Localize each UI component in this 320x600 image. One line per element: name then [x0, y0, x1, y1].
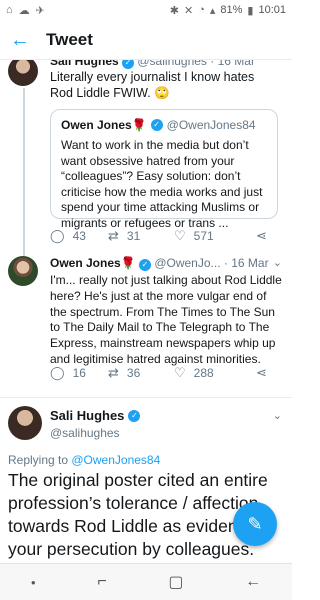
plane-status-icon: ✈	[35, 4, 45, 17]
status-bar: ⌂ ☁ ✈ ✱ ✕ ◔ ▴ 81% ▮ 10:01	[0, 0, 292, 20]
status-left-icons: ⌂ ☁ ✈	[6, 4, 45, 17]
tweet-header: Owen Jones🌹 ✓ @OwenJo... · 16 Mar	[50, 256, 269, 271]
chevron-down-icon[interactable]: ⌄	[273, 409, 282, 422]
status-right: ✱ ✕ ◔ ▴ 81% ▮ 10:01	[170, 4, 286, 17]
page-title: Tweet	[46, 29, 93, 49]
replying-to: Replying to @OwenJones84	[8, 453, 160, 467]
verified-badge-icon: ✓	[150, 119, 163, 131]
tweet-owen[interactable]: Owen Jones🌹 ✓ @OwenJo... · 16 Mar ⌄ I'm.…	[0, 243, 292, 390]
quoted-tweet[interactable]: Owen Jones🌹 ✓ @OwenJones84 Want to work …	[50, 109, 278, 230]
battery-level: 81%	[220, 4, 243, 16]
home-icon[interactable]: ▢	[168, 572, 183, 592]
tweet-header: Sali Hughes ✓ @salihughes · 16 Mar	[50, 60, 255, 69]
retweet-button[interactable]: ⇄ 31	[108, 228, 174, 244]
clock: 10:01	[258, 4, 286, 16]
share-icon: ⋖	[256, 228, 267, 243]
author-block: Sali Hughes ✓ @salihughes	[50, 408, 141, 440]
replying-to-prefix: Replying to	[8, 453, 72, 467]
compose-icon: ✎	[247, 513, 263, 534]
retweet-button[interactable]: ⇄ 36	[108, 365, 174, 381]
share-icon: ⋖	[256, 365, 267, 380]
divider	[0, 397, 292, 398]
verified-badge-icon: ✓	[122, 60, 135, 69]
home-status-icon: ⌂	[6, 4, 13, 16]
tweet-time: · 16 Mar	[223, 256, 269, 270]
retweet-count: 31	[126, 229, 141, 243]
wifi-icon: ◔	[198, 4, 205, 16]
verified-badge-icon: ✓	[128, 409, 141, 422]
tweet-text: Literally every journalist I know hates …	[50, 70, 255, 100]
share-button[interactable]: ⋖	[256, 365, 267, 381]
author-handle: @salihughes	[137, 60, 207, 68]
avatar[interactable]	[8, 406, 42, 440]
like-button[interactable]: ♡ 571	[174, 228, 256, 244]
thread-connector-line	[23, 88, 25, 243]
quote-author-name: Owen Jones🌹	[61, 118, 147, 132]
quote-author-handle: @OwenJones84	[166, 118, 256, 132]
quote-header: Owen Jones🌹 ✓ @OwenJones84	[61, 118, 267, 132]
tweet-actions: ◯ 16 ⇄ 36 ♡ 288 ⋖	[50, 365, 286, 381]
back-icon[interactable]: ←	[245, 573, 261, 591]
reply-count: 16	[72, 366, 86, 380]
tweet-time: · 16 Mar	[210, 60, 255, 68]
avatar[interactable]	[8, 256, 38, 286]
like-button[interactable]: ♡ 288	[174, 365, 256, 381]
reply-icon: ◯	[50, 228, 65, 243]
author-handle: @salihughes	[50, 426, 120, 440]
tweet-text: I'm... really not just talking about Rod…	[50, 273, 282, 366]
author-name-row: Sali Hughes ✓	[50, 408, 141, 423]
retweet-icon: ⇄	[108, 228, 119, 243]
replying-to-link[interactable]: @OwenJones84	[71, 453, 160, 467]
tweet-thread[interactable]: Sali Hughes ✓ @salihughes · 16 Mar Liter…	[0, 60, 292, 563]
author-name: Sali Hughes	[50, 408, 125, 423]
author-name: Sali Hughes	[50, 60, 119, 68]
mute-icon: ✕	[183, 4, 194, 17]
signal-icon: ▴	[209, 4, 216, 17]
retweet-icon: ⇄	[108, 365, 119, 380]
like-count: 288	[193, 366, 214, 380]
reply-button[interactable]: ◯ 16	[50, 365, 108, 381]
heart-icon: ♡	[174, 228, 186, 243]
compose-button[interactable]: ✎	[233, 502, 277, 546]
heart-icon: ♡	[174, 365, 186, 380]
avatar[interactable]	[8, 60, 38, 86]
reply-count: 43	[72, 229, 86, 243]
system-nav-bar: ● ⌐ ▢ ←	[0, 563, 292, 600]
quote-text: Want to work in the media but don’t want…	[61, 138, 263, 230]
arrow-left-icon[interactable]: ←	[0, 20, 40, 60]
verified-badge-icon: ✓	[138, 259, 151, 271]
tweet-sali-1[interactable]: Sali Hughes ✓ @salihughes · 16 Mar Liter…	[0, 60, 292, 243]
author-name: Owen Jones🌹	[50, 256, 136, 270]
reply-button[interactable]: ◯ 43	[50, 228, 108, 244]
dot-icon[interactable]: ●	[31, 578, 36, 587]
thread-connector-line	[23, 243, 25, 256]
bluetooth-icon: ✱	[169, 4, 179, 17]
author-handle: @OwenJo...	[154, 256, 221, 270]
chevron-down-icon[interactable]: ⌄	[273, 256, 282, 269]
app-bar: ← Tweet	[0, 20, 292, 60]
tweet-actions: ◯ 43 ⇄ 31 ♡ 571 ⋖	[50, 228, 286, 244]
recents-icon[interactable]: ⌐	[97, 573, 106, 591]
like-count: 571	[193, 229, 214, 243]
battery-icon: ▮	[247, 4, 254, 17]
cloud-status-icon: ☁	[18, 4, 30, 17]
share-button[interactable]: ⋖	[256, 228, 267, 244]
retweet-count: 36	[126, 366, 141, 380]
reply-icon: ◯	[50, 365, 65, 380]
